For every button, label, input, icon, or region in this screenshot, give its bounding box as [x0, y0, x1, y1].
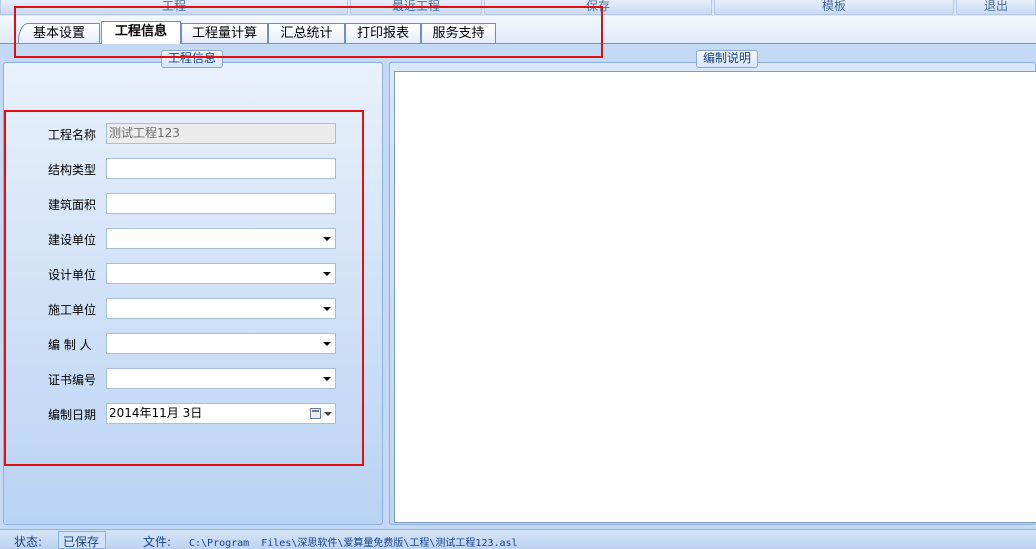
- structure-type-input[interactable]: [106, 158, 336, 179]
- status-value: 已保存: [63, 535, 100, 549]
- field-row-design-unit: 设计单位: [4, 263, 384, 285]
- chevron-down-icon[interactable]: [323, 272, 331, 276]
- structure-type-label: 结构类型: [48, 163, 97, 177]
- chevron-down-icon[interactable]: [323, 307, 331, 311]
- tab-basic-settings[interactable]: 基本设置: [18, 23, 100, 43]
- field-row-structure-type: 结构类型: [4, 158, 384, 180]
- project-info-panel-title: 工程信息: [161, 50, 224, 68]
- chevron-down-icon[interactable]: [324, 412, 332, 416]
- project-menu-button[interactable]: 工程: [0, 0, 348, 15]
- chevron-down-icon[interactable]: [323, 237, 331, 241]
- status-value-box: 已保存: [58, 531, 106, 549]
- construction-owner-label: 建设单位: [48, 233, 97, 247]
- field-row-compile-date: 编制日期 2014年11月 3日: [4, 403, 384, 425]
- building-area-input[interactable]: [106, 193, 336, 214]
- contractor-label: 施工单位: [48, 303, 97, 317]
- design-unit-select[interactable]: [106, 263, 336, 284]
- compile-notes-panel-title: 编制说明: [696, 50, 759, 68]
- tab-quantity-calc[interactable]: 工程量计算: [181, 23, 268, 43]
- compiler-label: 编 制 人: [48, 338, 92, 352]
- recent-projects-button[interactable]: 最近工程: [350, 0, 482, 15]
- compile-date-picker[interactable]: 2014年11月 3日: [106, 403, 336, 424]
- project-name-input[interactable]: 测试工程123: [106, 123, 336, 144]
- contractor-select[interactable]: [106, 298, 336, 319]
- field-row-construction-owner: 建设单位: [4, 228, 384, 250]
- main-tab-strip: 基本设置 工程信息 工程量计算 汇总统计 打印报表 服务支持: [0, 16, 1036, 45]
- field-row-building-area: 建筑面积: [4, 193, 384, 215]
- template-button[interactable]: 模板: [714, 0, 954, 15]
- status-label: 状态:: [14, 535, 43, 549]
- compile-notes-panel: [389, 62, 1036, 525]
- tab-print-reports[interactable]: 打印报表: [345, 23, 421, 43]
- field-row-project-name: 工程名称 测试工程123: [4, 123, 384, 145]
- building-area-label: 建筑面积: [48, 198, 97, 212]
- exit-button[interactable]: 退出: [956, 0, 1036, 15]
- compile-notes-editor[interactable]: [394, 71, 1036, 523]
- file-path: C:\Program Files\深思软件\爱算量免费版\工程\测试工程123.…: [189, 538, 518, 549]
- tab-service-support[interactable]: 服务支持: [421, 23, 496, 43]
- tab-summary[interactable]: 汇总统计: [268, 23, 345, 43]
- status-bar: 状态: 已保存 文件: C:\Program Files\深思软件\爱算量免费版…: [0, 529, 1036, 549]
- project-info-panel: 工程名称 测试工程123 结构类型 建筑面积 建设单位 设计单位 施工单位 编 …: [3, 62, 383, 525]
- design-unit-label: 设计单位: [48, 268, 97, 282]
- compile-date-value: 2014年11月 3日: [109, 406, 203, 420]
- compiler-select[interactable]: [106, 333, 336, 354]
- construction-owner-select[interactable]: [106, 228, 336, 249]
- content-area: 工程名称 测试工程123 结构类型 建筑面积 建设单位 设计单位 施工单位 编 …: [0, 44, 1036, 529]
- chevron-down-icon[interactable]: [323, 342, 331, 346]
- compile-date-label: 编制日期: [48, 408, 97, 422]
- certificate-no-label: 证书编号: [48, 373, 97, 387]
- field-row-compiler: 编 制 人: [4, 333, 384, 355]
- tab-project-info[interactable]: 工程信息: [101, 21, 181, 45]
- calendar-icon[interactable]: [310, 408, 321, 419]
- top-toolbar: 工程 最近工程 保存 模板 退出: [0, 0, 1036, 16]
- project-name-label: 工程名称: [48, 128, 97, 142]
- field-row-certificate-no: 证书编号: [4, 368, 384, 390]
- file-label: 文件:: [143, 535, 172, 549]
- chevron-down-icon[interactable]: [323, 377, 331, 381]
- save-button[interactable]: 保存: [484, 0, 712, 15]
- field-row-contractor: 施工单位: [4, 298, 384, 320]
- certificate-no-select[interactable]: [106, 368, 336, 389]
